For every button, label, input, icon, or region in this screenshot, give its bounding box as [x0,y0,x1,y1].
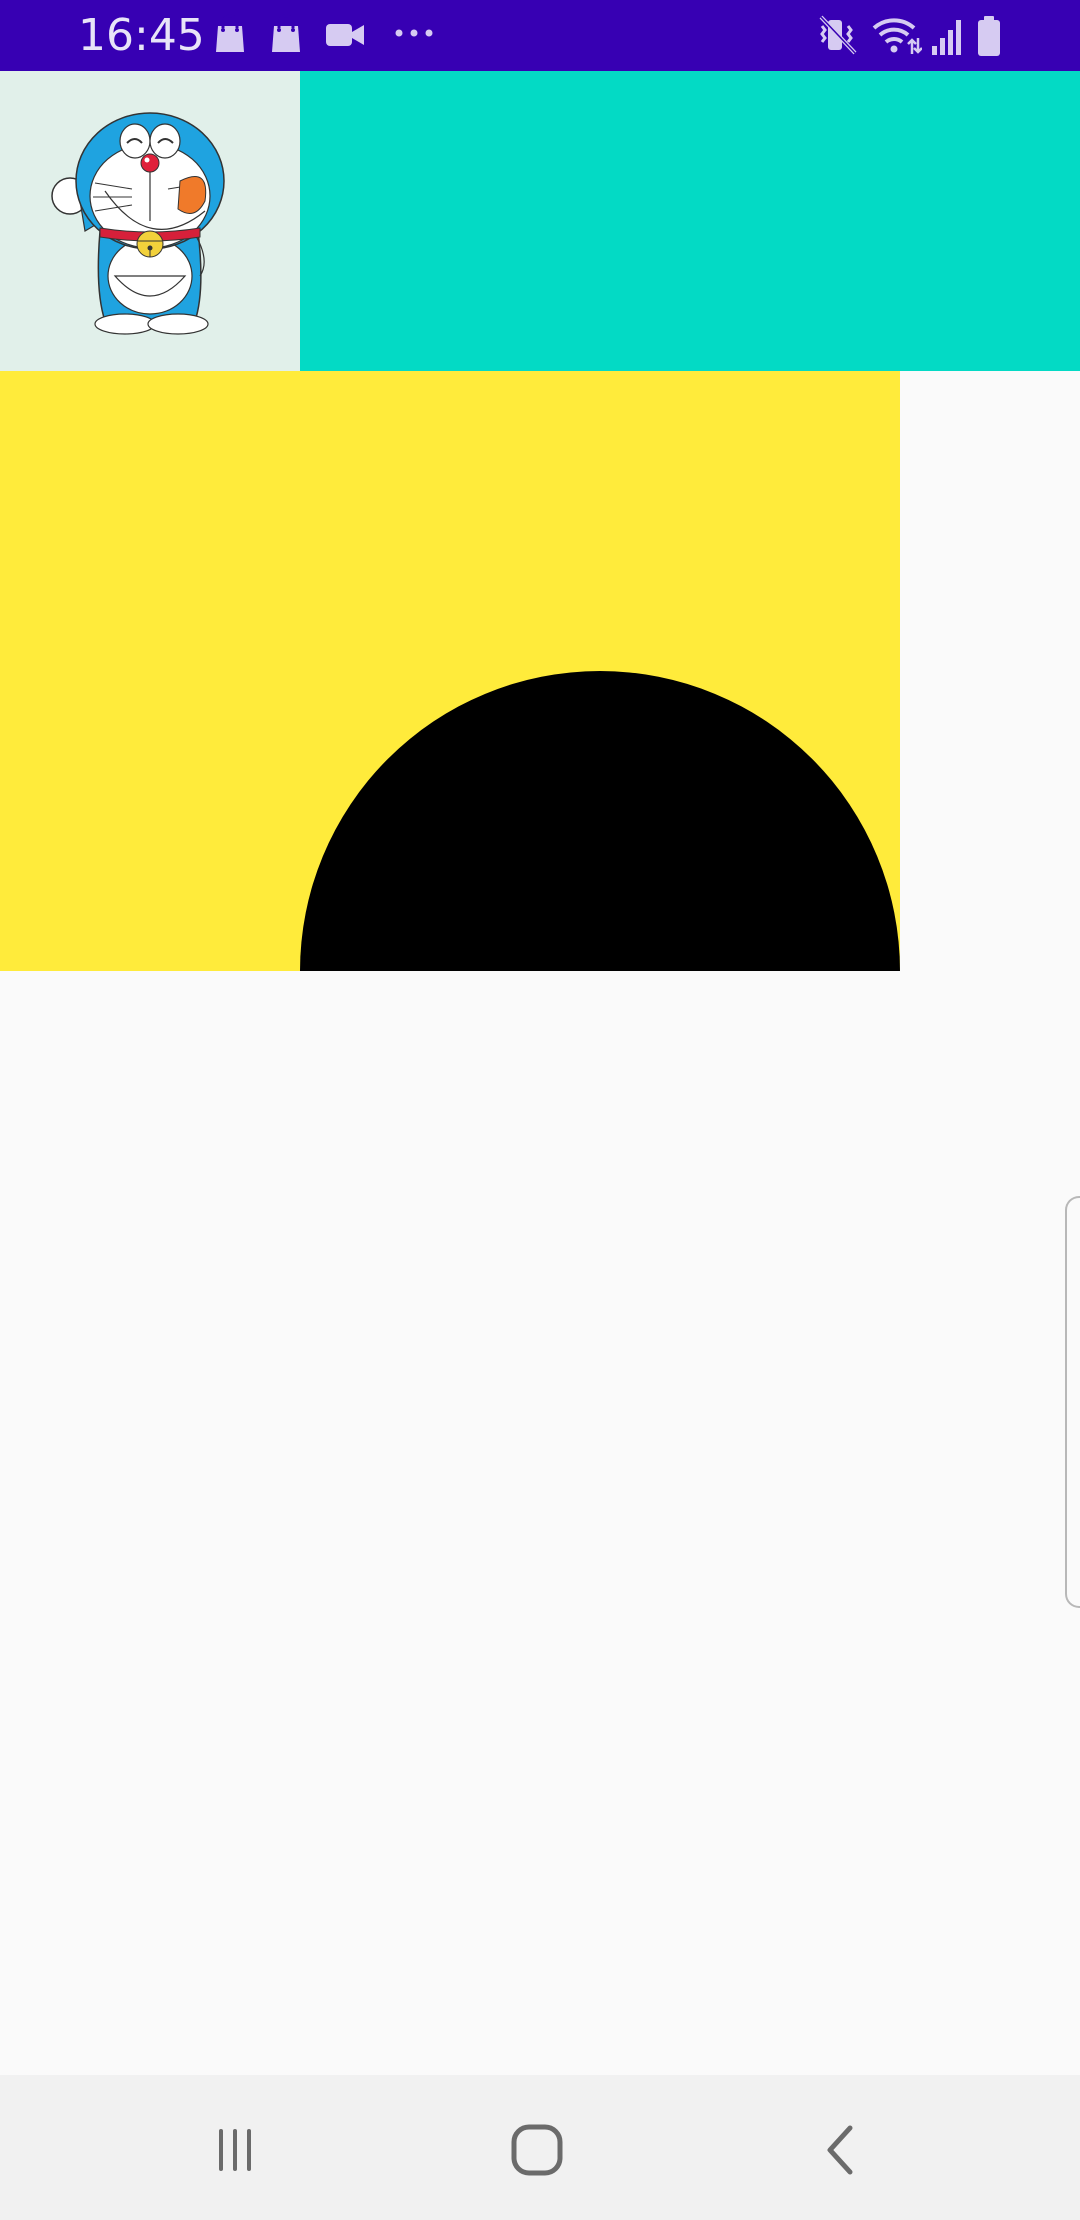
video-camera-icon [326,22,364,64]
recent-apps-icon [219,2129,251,2171]
edge-panel-handle[interactable] [1065,1196,1080,1608]
home-button[interactable] [492,2105,582,2195]
black-half-circle [300,671,900,971]
status-bar: 16:45 [0,0,1080,71]
app-screen: 16:45 [0,0,1080,2220]
more-dots-icon [394,28,434,70]
wifi-icon [870,14,922,56]
doraemon-image [51,112,225,335]
back-icon [827,2125,853,2175]
home-icon [511,2124,563,2176]
signal-icon [930,16,966,58]
shopping-bag-icon [268,14,304,56]
navigation-bar [0,2075,1080,2220]
back-button[interactable] [795,2105,885,2195]
avatar-panel [0,71,300,371]
teal-panel [300,71,1080,371]
status-time: 16:45 [78,10,205,61]
shopping-bag-icon [212,14,248,56]
recent-apps-button[interactable] [190,2105,280,2195]
yellow-panel [0,371,900,971]
mute-vibrate-icon [818,14,858,56]
battery-icon [976,16,1002,58]
